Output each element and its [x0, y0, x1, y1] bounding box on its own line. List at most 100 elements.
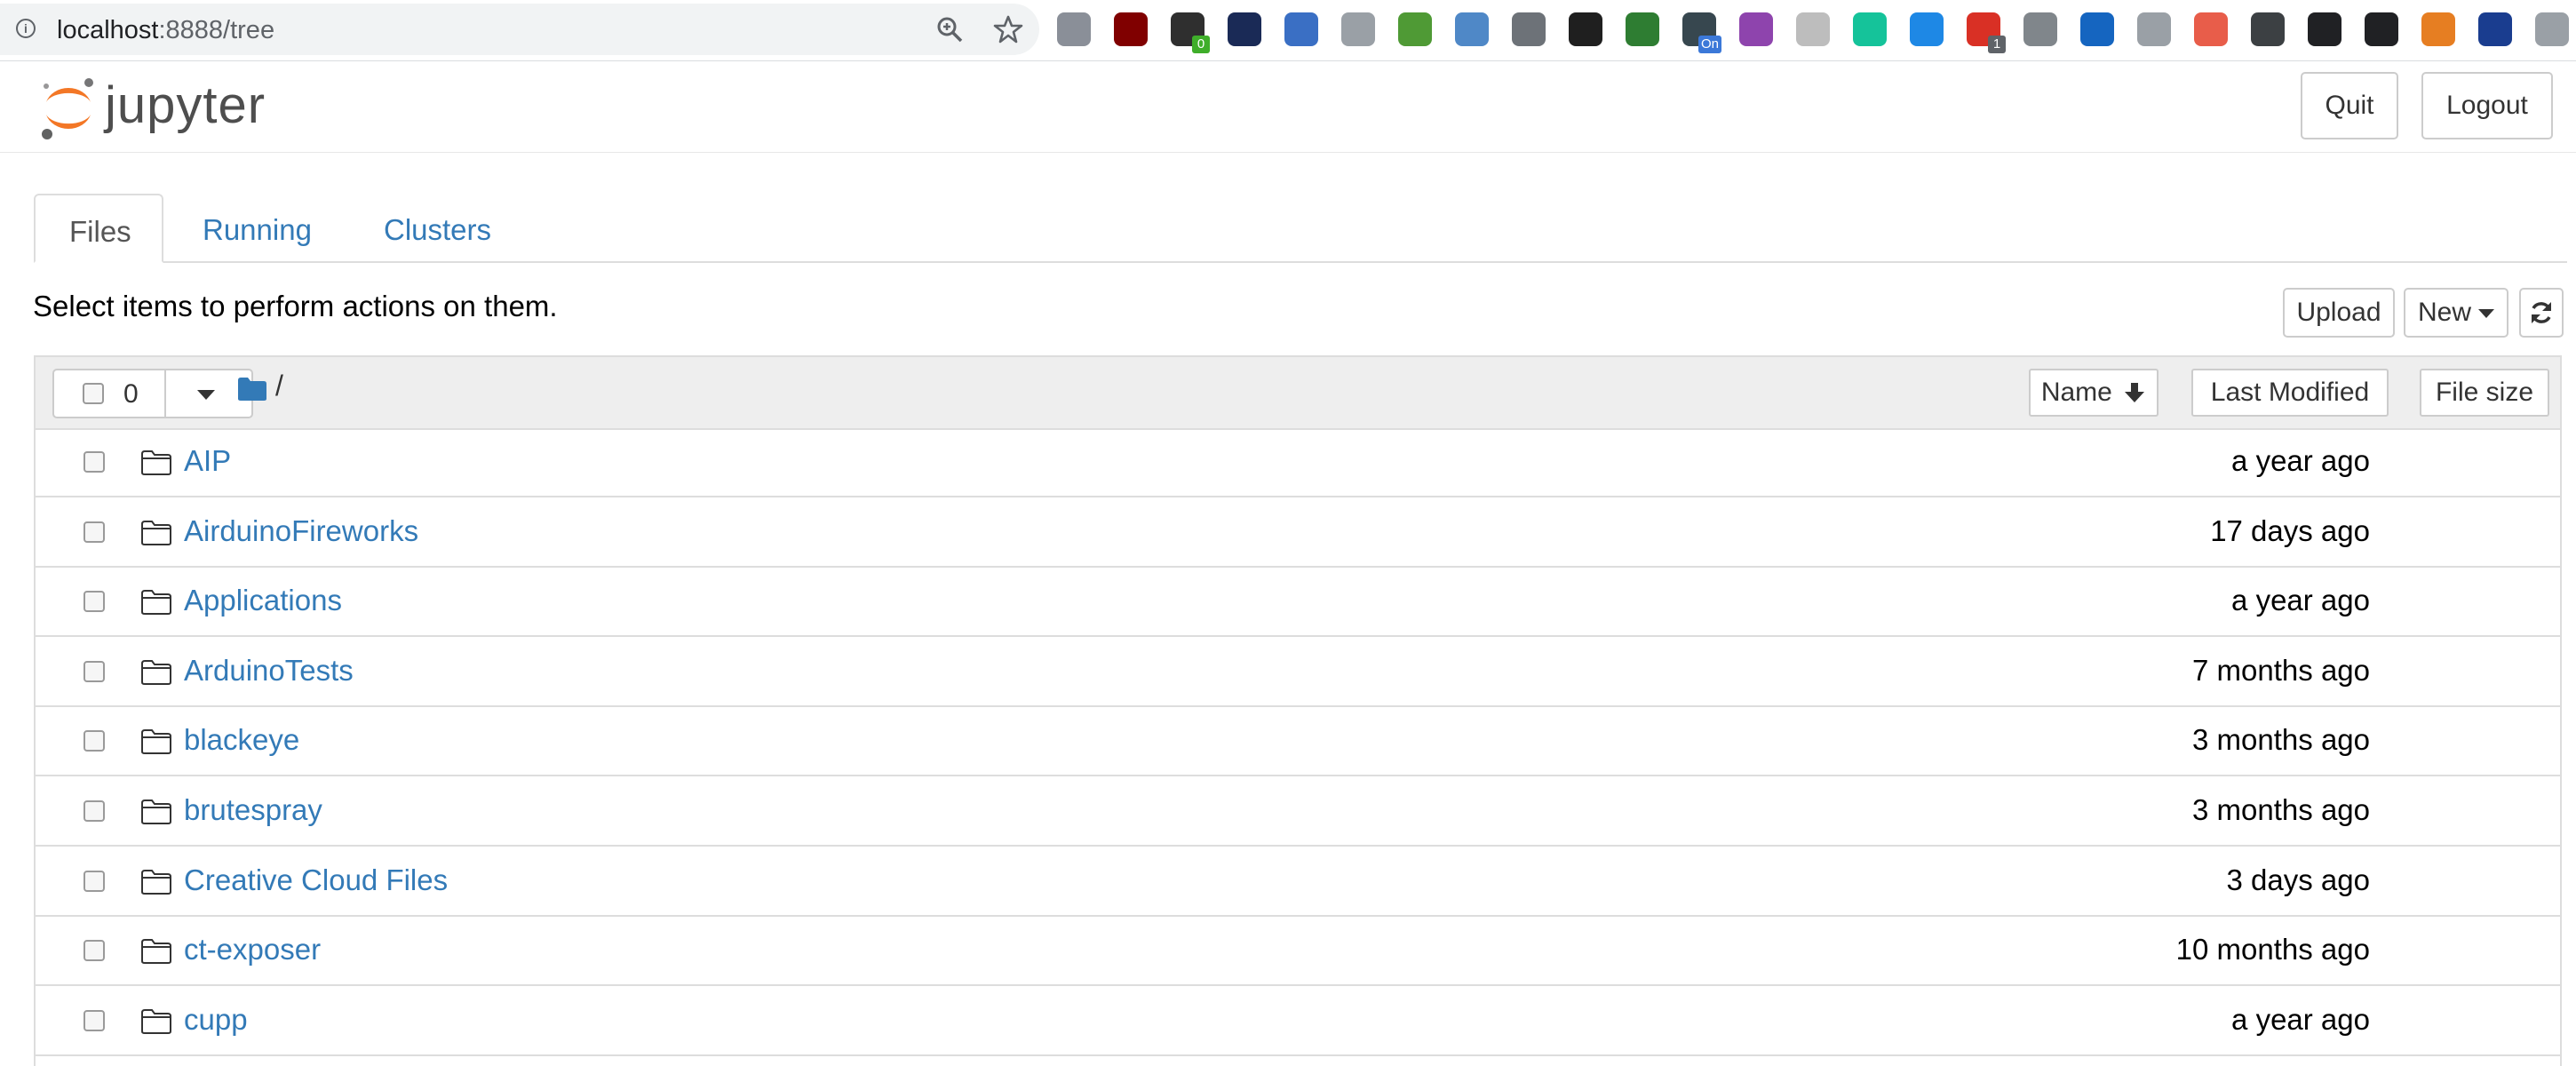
share-arrow-icon[interactable] — [2308, 12, 2341, 46]
bitwarden-icon[interactable] — [1626, 12, 1659, 46]
purple-circle-icon[interactable] — [1739, 12, 1773, 46]
item-checkbox[interactable] — [83, 451, 105, 473]
toggle-on-icon[interactable]: On — [1682, 12, 1721, 53]
record-icon[interactable] — [1341, 12, 1375, 46]
qr-icon[interactable] — [2194, 12, 2228, 46]
item-checkbox[interactable] — [83, 591, 105, 613]
message-icon[interactable]: 1 — [1967, 12, 2006, 53]
bookmark-star-icon[interactable] — [993, 14, 1023, 44]
yoroi-icon[interactable] — [1228, 12, 1261, 46]
n-box-icon[interactable] — [2478, 12, 2512, 46]
item-name-link[interactable]: Applications — [184, 584, 342, 617]
folder-icon — [141, 869, 171, 895]
jupyter-logo[interactable]: jupyter — [39, 74, 306, 141]
item-name-link[interactable]: ArduinoTests — [184, 654, 354, 688]
upload-button[interactable]: Upload — [2283, 288, 2395, 338]
refresh-button[interactable] — [2519, 288, 2564, 338]
logo-text: jupyter — [105, 76, 266, 134]
robot-extension-icon[interactable] — [1057, 12, 1091, 46]
tab-running[interactable]: Running — [169, 194, 346, 261]
tab-files[interactable]: Files — [34, 194, 163, 263]
instructions-text: Select items to perform actions on them. — [33, 290, 558, 322]
item-checkbox[interactable] — [83, 660, 105, 682]
new-dropdown-button[interactable]: New — [2404, 288, 2508, 338]
list-item[interactable]: Creative Cloud Files 3 days ago — [36, 847, 2560, 917]
new-label: New — [2417, 298, 2471, 327]
folder-icon — [141, 800, 171, 824]
item-name-link[interactable]: AirduinoFireworks — [184, 514, 418, 548]
folder-icon — [141, 590, 171, 616]
item-modified: 10 months ago — [2175, 933, 2370, 967]
folder-icon — [141, 659, 171, 685]
file-list: 0 / Name Last Modified File size AIP a ye… — [34, 355, 2562, 1066]
item-name-link[interactable]: Creative Cloud Files — [184, 863, 448, 897]
jupyter-header: jupyter Quit Logout — [0, 61, 2576, 153]
item-name-link[interactable]: brutespray — [184, 793, 322, 827]
item-checkbox[interactable] — [83, 870, 105, 892]
tampermonkey-icon[interactable]: 0 — [1171, 12, 1210, 53]
tab-bar: Files Running Clusters — [34, 194, 2567, 263]
folder-icon — [141, 1008, 171, 1034]
extension-badge: 0 — [1192, 36, 1210, 53]
selected-count: 0 — [123, 379, 139, 409]
quit-button[interactable]: Quit — [2301, 72, 2398, 139]
list-item[interactable]: brutespray 3 months ago — [36, 777, 2560, 847]
item-modified: 17 days ago — [2210, 513, 2370, 547]
item-checkbox[interactable] — [83, 940, 105, 962]
item-checkbox[interactable] — [83, 521, 105, 543]
item-name-link[interactable]: AIP — [184, 444, 231, 478]
logout-button[interactable]: Logout — [2421, 72, 2553, 139]
item-checkbox[interactable] — [83, 800, 105, 822]
list-item[interactable]: ArduinoTests 7 months ago — [36, 638, 2560, 707]
sort-file-size-button[interactable]: File size — [2420, 369, 2549, 417]
map-pin-icon[interactable] — [1398, 12, 1432, 46]
list-item[interactable]: AIP a year ago — [36, 428, 2560, 497]
list-item[interactable]: ct-exposer 10 months ago — [36, 917, 2560, 987]
item-name-link[interactable]: ct-exposer — [184, 933, 321, 967]
folder-icon — [141, 729, 171, 755]
rainbow-icon[interactable] — [2421, 12, 2455, 46]
url-path: :8888/tree — [158, 16, 275, 44]
tab-clusters[interactable]: Clusters — [350, 194, 525, 261]
sort-last-modified-button[interactable]: Last Modified — [2191, 369, 2389, 417]
google-drive-icon[interactable] — [2023, 12, 2057, 46]
audio-icon[interactable] — [2365, 12, 2398, 46]
list-item[interactable]: Applications a year ago — [36, 568, 2560, 638]
tag-icon[interactable] — [2137, 12, 2171, 46]
select-dropdown-caret-icon[interactable] — [197, 390, 215, 400]
sort-name-button[interactable]: Name — [2029, 369, 2159, 417]
download-icon[interactable] — [1512, 12, 1546, 46]
list-item[interactable]: cupp a year ago — [36, 987, 2560, 1056]
item-modified: 3 months ago — [2192, 793, 2370, 826]
zoom-icon[interactable] — [934, 14, 965, 44]
item-name-link[interactable]: cupp — [184, 1003, 248, 1037]
folder-icon[interactable] — [237, 377, 267, 402]
camera-icon[interactable] — [2535, 12, 2569, 46]
address-bar[interactable]: i localhost:8888/tree — [0, 4, 1039, 55]
item-name-link[interactable]: blackeye — [184, 723, 299, 757]
wifi-signal-icon[interactable] — [1910, 12, 1944, 46]
list-item[interactable]: blackeye 3 months ago — [36, 707, 2560, 777]
breadcrumb-root[interactable]: / — [275, 370, 283, 402]
globe-icon[interactable] — [1284, 12, 1318, 46]
ublock-origin-icon[interactable] — [1114, 12, 1148, 46]
select-all-checkbox[interactable] — [83, 383, 104, 404]
graduation-cap-icon[interactable] — [2251, 12, 2285, 46]
item-modified: a year ago — [2231, 444, 2370, 477]
item-modified: a year ago — [2231, 1002, 2370, 1036]
sort-name-label: Name — [2040, 378, 2112, 407]
terminal-icon[interactable] — [1569, 12, 1602, 46]
url-text[interactable]: localhost:8888/tree — [57, 16, 274, 44]
refresh-icon — [2532, 302, 2551, 323]
grammarly-icon[interactable] — [1853, 12, 1887, 46]
item-checkbox[interactable] — [83, 730, 105, 752]
select-all-group[interactable]: 0 — [52, 369, 253, 418]
info-icon[interactable]: i — [16, 19, 36, 38]
item-modified: 3 days ago — [2226, 863, 2370, 896]
list-header: 0 / Name Last Modified File size — [36, 357, 2560, 430]
eye-icon[interactable] — [2080, 12, 2114, 46]
item-checkbox[interactable] — [83, 1009, 105, 1031]
mc-icon[interactable] — [1796, 12, 1830, 46]
screenshot-icon[interactable] — [1455, 12, 1489, 46]
list-item[interactable]: AirduinoFireworks 17 days ago — [36, 498, 2560, 568]
